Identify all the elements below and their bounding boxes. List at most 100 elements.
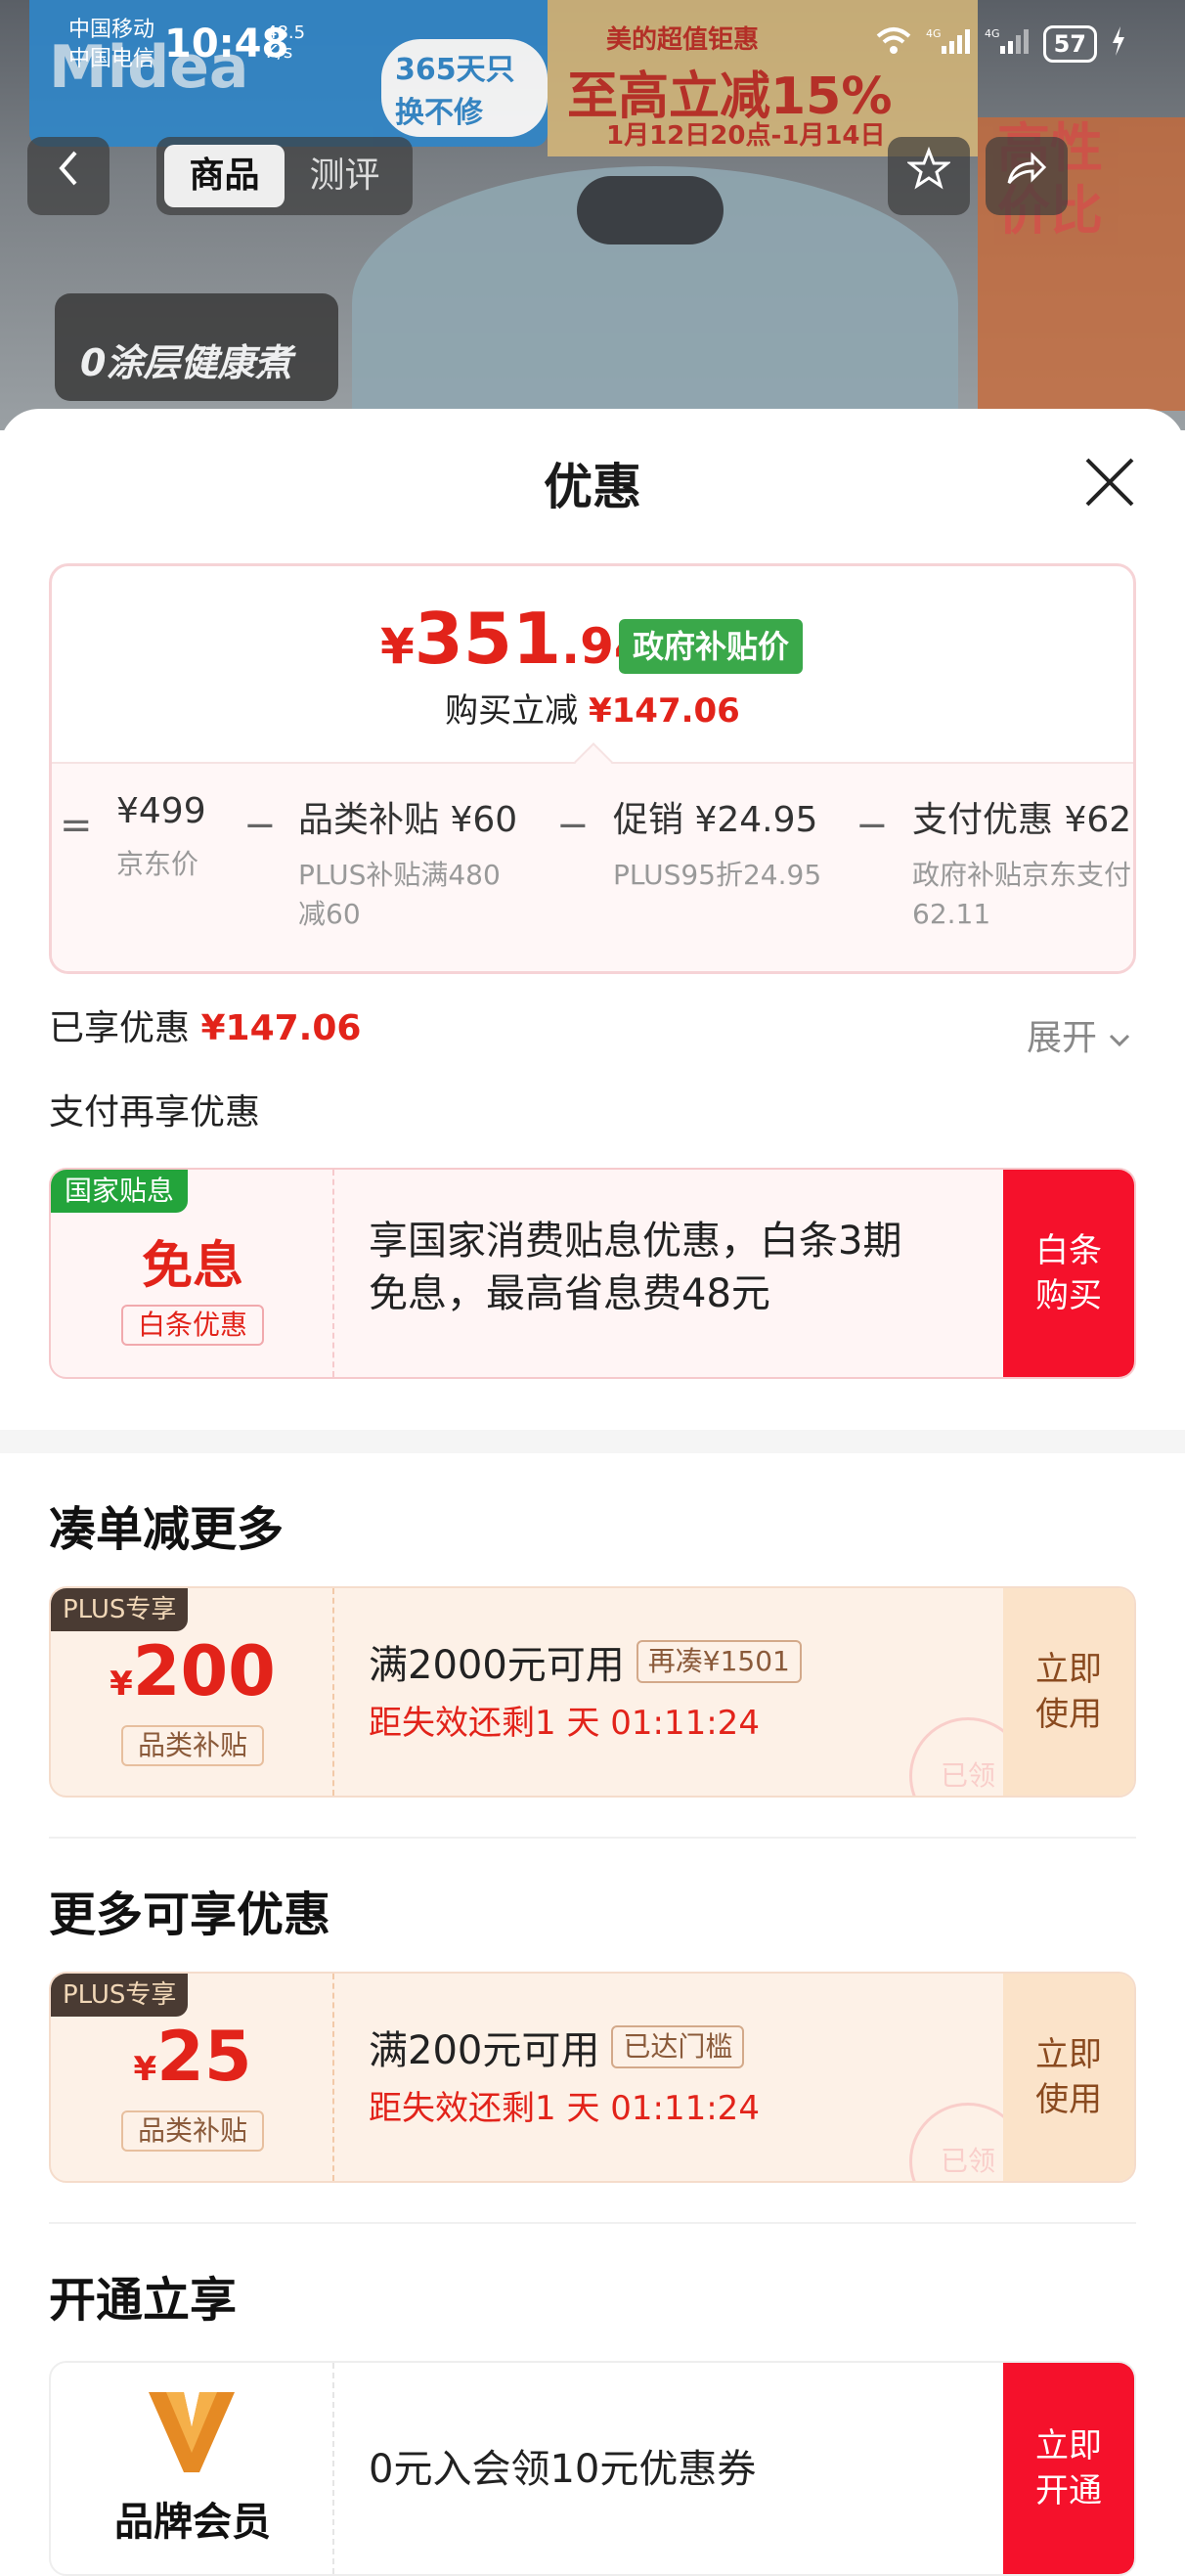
button-line1: 白条	[1035, 1231, 1102, 1270]
status-bar: 中国移动 中国电信 10:48 48.5 K/s 4G 4G 57	[0, 0, 1185, 78]
close-icon	[1085, 458, 1134, 507]
plus-exclusive-tag: PLUS专享	[51, 1588, 189, 1631]
expand-label: 展开	[1027, 1018, 1098, 1058]
breakdown-sub: PLUS补贴满480 减60	[298, 856, 517, 934]
brand-member-label: 品牌会员	[114, 2500, 271, 2545]
enjoyed-value: ¥147.06	[200, 1008, 362, 1048]
coupon-countdown: 距失效还剩1 天 01:11:24	[369, 2089, 760, 2128]
brand-member-card: 品牌会员 0元入会领10元优惠券 立即开通	[49, 2361, 1136, 2576]
breakdown-sub: 京东价	[116, 848, 199, 880]
amount-number: 25	[156, 2017, 252, 2097]
reduction-label: 购买立减	[445, 691, 579, 731]
national-subsidy-tag: 国家贴息	[51, 1170, 189, 1213]
breakdown-label: ¥499	[116, 791, 206, 831]
interest-free-label: 免息	[141, 1237, 243, 1296]
button-line2: 购买	[1035, 1276, 1102, 1315]
svg-text:4G: 4G	[985, 27, 1000, 40]
coupon-detail: 满200元可用 已达门槛 距失效还剩1 天 01:11:24	[369, 1974, 997, 2181]
breakdown-label: 支付优惠 ¥62	[912, 800, 1132, 840]
operator-minus: −	[243, 803, 277, 848]
button-line1: 立即	[1035, 2035, 1102, 2074]
breakdown-sub: PLUS95折24.95	[613, 859, 822, 891]
coupon-type-tag: 品类补贴	[121, 1725, 264, 1766]
tab-review[interactable]: 测评	[285, 145, 405, 207]
product-nav: 商品 测评	[0, 137, 1185, 225]
member-detail: 0元入会领10元优惠券	[369, 2363, 997, 2574]
coupon-condition: 满2000元可用 再凑¥1501	[369, 1633, 802, 1690]
network-speed: 48.5 K/s	[266, 23, 305, 63]
baitiao-description: 享国家消费贴息优惠，白条3期 免息，最高省息费48元	[369, 1170, 997, 1377]
brand-v-logo-icon	[149, 2392, 235, 2472]
breakdown-label: 品类补贴 ¥60	[298, 800, 518, 840]
member-desc: 0元入会领10元优惠券	[369, 2447, 757, 2492]
instant-reduction: 购买立减 ¥147.06	[52, 684, 1133, 732]
add-more-pill: 再凑¥1501	[636, 1640, 802, 1683]
button-line1: 立即	[1035, 1650, 1102, 1689]
favorite-button[interactable]	[888, 137, 970, 215]
chevron-down-icon	[1110, 1034, 1130, 1047]
section-title-more-offers: 更多可享优惠	[49, 1888, 331, 1942]
currency-symbol: ¥	[110, 1665, 133, 1704]
wifi-icon	[875, 26, 912, 63]
section-separator	[0, 1430, 1185, 1453]
breakdown-sub: 政府补贴京东支付 62.11	[912, 856, 1131, 934]
baitiao-buy-button[interactable]: 白条 购买	[1003, 1170, 1134, 1377]
close-button[interactable]	[1075, 448, 1144, 516]
share-button[interactable]	[986, 137, 1068, 215]
breakdown-jd-price: ¥499 京东价	[116, 791, 206, 884]
coupon-divider	[332, 1588, 334, 1796]
back-button[interactable]	[27, 137, 110, 215]
breakdown-promotion: 促销 ¥24.95 PLUS95折24.95	[613, 791, 821, 895]
discount-sheet: 优惠 ¥351.94 政府补贴价 购买立减 ¥147.06 = ¥499 京东价…	[0, 409, 1185, 2576]
breakdown-row[interactable]: = ¥499 京东价 − 品类补贴 ¥60 PLUS补贴满480 减60 − 促销…	[52, 762, 1133, 971]
member-left: 品牌会员	[51, 2363, 334, 2574]
divider-line	[49, 2222, 1136, 2224]
sheet-title: 优惠	[544, 459, 641, 515]
carrier-2: 中国电信	[68, 47, 155, 71]
coupon-amount: ¥200	[51, 1631, 334, 1711]
coupon-countdown: 距失效还剩1 天 01:11:24	[369, 1704, 760, 1743]
tab-goods[interactable]: 商品	[164, 145, 285, 207]
feature-badge: 0涂层健康煮	[55, 293, 338, 401]
price-integer: 351	[414, 598, 562, 680]
breakdown-sub-line1: PLUS补贴满480	[298, 859, 501, 891]
operator-equals: =	[60, 803, 93, 848]
svg-text:4G: 4G	[926, 27, 942, 40]
pay-more-label: 支付再享优惠	[49, 1092, 261, 1133]
use-now-button[interactable]: 立即 使用	[1003, 1588, 1134, 1796]
threshold-met-pill: 已达门槛	[611, 2025, 745, 2068]
baitiao-left: 国家贴息 免息 白条优惠	[51, 1170, 334, 1377]
section-title-open-membership: 开通立享	[49, 2273, 238, 2328]
charging-icon	[1111, 25, 1126, 63]
signal-4g-icon-2: 4G	[985, 26, 1030, 63]
plus-coupon-200: PLUS专享 ¥200 品类补贴 满2000元可用 再凑¥1501 距失效还剩1…	[49, 1586, 1136, 1798]
button-line2: 开通	[1035, 2471, 1102, 2510]
divider-line	[49, 1837, 1136, 1839]
condition-text: 满2000元可用	[369, 1643, 625, 1688]
baitiao-offer-tag: 白条优惠	[121, 1305, 264, 1346]
baitiao-desc-line2: 免息，最高省息费48元	[369, 1271, 770, 1316]
feature-text: 0涂层健康煮	[80, 341, 292, 384]
operator-minus: −	[856, 803, 889, 848]
coupon-divider	[332, 2363, 334, 2574]
button-line2: 使用	[1035, 1695, 1102, 1734]
breakdown-category-subsidy: 品类补贴 ¥60 PLUS补贴满480 减60	[298, 791, 517, 934]
baitiao-desc-line1: 享国家消费贴息优惠，白条3期	[369, 1219, 902, 1264]
coupon-type-tag: 品类补贴	[121, 2110, 264, 2152]
use-now-button[interactable]: 立即 使用	[1003, 1974, 1134, 2181]
operator-minus: −	[556, 803, 590, 848]
star-icon	[905, 146, 952, 190]
baitiao-coupon: 国家贴息 免息 白条优惠 享国家消费贴息优惠，白条3期 免息，最高省息费48元 …	[49, 1168, 1136, 1379]
carrier-names: 中国移动 中国电信	[68, 16, 154, 74]
expand-toggle[interactable]: 展开	[1027, 1009, 1131, 1060]
currency-symbol: ¥	[380, 618, 415, 675]
section-title-more-discount: 凑单减更多	[49, 1502, 285, 1557]
plus-exclusive-tag: PLUS专享	[51, 1974, 189, 2017]
baitiao-desc-text: 享国家消费贴息优惠，白条3期 免息，最高省息费48元	[369, 1215, 901, 1320]
coupon-amount: ¥25	[51, 2017, 334, 2097]
signal-4g-icon: 4G	[926, 26, 971, 63]
open-now-button[interactable]: 立即 开通	[1003, 2363, 1134, 2574]
coupon-divider	[332, 1170, 334, 1377]
button-line1: 立即	[1035, 2426, 1102, 2465]
condition-text: 满200元可用	[369, 2028, 600, 2073]
